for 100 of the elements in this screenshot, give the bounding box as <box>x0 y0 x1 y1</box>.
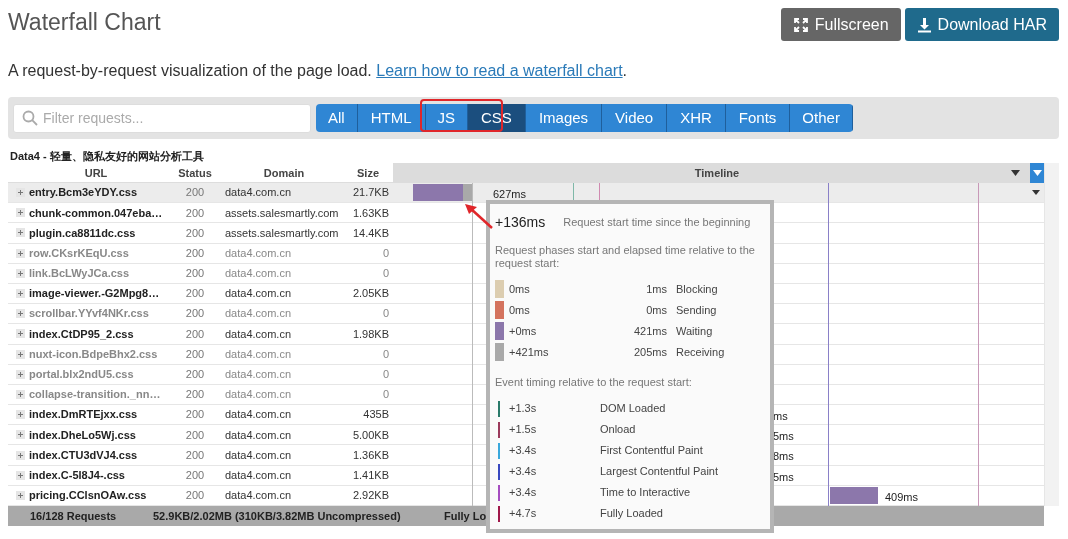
filter-field[interactable]: Filter requests... <box>13 103 311 133</box>
phase-name: Receiving <box>676 344 725 360</box>
fullscreen-button[interactable]: Fullscreen <box>780 8 901 41</box>
column-label: Timeline <box>693 165 741 181</box>
expand-icon[interactable] <box>16 369 25 379</box>
expand-icon[interactable] <box>16 309 25 319</box>
caret-icon[interactable] <box>1011 170 1020 176</box>
expand-icon[interactable] <box>16 228 25 238</box>
domain-cell-text: data4.com.cn <box>225 286 293 302</box>
summary-text: Fully Lo <box>444 508 487 524</box>
phase-start: +0ms <box>509 323 538 339</box>
expand-icon[interactable] <box>16 289 25 299</box>
timing-label: 627ms <box>493 187 527 202</box>
download-button[interactable]: Download HAR <box>904 8 1059 41</box>
phase-elapsed: 0ms <box>645 302 667 318</box>
size-cell-text: 0 <box>381 245 390 261</box>
url-cell-text: row.CKsrKEqU.css <box>29 245 129 261</box>
intro-text: A request-by-request visualization of the page load. Learn how to read a waterfall chart. <box>8 61 629 81</box>
filter-tab[interactable]: All <box>316 104 358 132</box>
status-cell-text: 200 <box>184 367 206 383</box>
summary-text: 52.9KB/2.02MB (310KB/3.82MB Uncompressed) <box>153 508 402 524</box>
url-cell-text: scrollbar.YYvf4NKr.css <box>29 306 149 322</box>
events-heading: Event timing relative to the request start: <box>495 375 693 390</box>
url-cell-text: index.DheLo5Wj.css <box>29 427 136 443</box>
status-cell-text: 200 <box>184 447 206 463</box>
expand-icon[interactable] <box>16 389 25 399</box>
url-cell-text: pricing.CClsnOAw.css <box>29 488 147 504</box>
event-name: Onload <box>600 422 636 438</box>
status-cell-text: 200 <box>184 306 206 322</box>
status-cell-text: 200 <box>184 185 206 201</box>
url-cell-text: index.DmRTEjxx.css <box>29 407 138 423</box>
url-cell-text: index.C-5l8J4-.css <box>29 467 125 483</box>
domain-cell-text: data4.com.cn <box>225 346 293 362</box>
filter-input[interactable]: Filter requests... <box>43 107 302 129</box>
domain-cell-text: data4.com.cn <box>225 427 293 443</box>
fullscreen-icon <box>792 16 809 33</box>
start-time: +136ms <box>495 213 546 232</box>
help-link[interactable]: Learn how to read a waterfall chart <box>376 62 623 79</box>
event-time: +3.4s <box>509 485 538 501</box>
expand-icon[interactable] <box>16 430 25 440</box>
url-cell-text: image-viewer.-G2Mpg8… <box>29 286 160 302</box>
domain-cell-text: data4.com.cn <box>225 266 293 282</box>
filter-tab[interactable]: Other <box>790 104 853 132</box>
url-cell-text: entry.Bcm3eYDY.css <box>29 185 138 201</box>
status-cell-text: 200 <box>184 387 206 403</box>
scrollbar-track[interactable] <box>1044 163 1059 506</box>
phase-name: Blocking <box>676 281 718 297</box>
url-cell-text: nuxt-icon.BdpeBhx2.css <box>29 346 158 362</box>
event-name: DOM Loaded <box>600 401 666 417</box>
caret-icon[interactable] <box>1032 190 1040 195</box>
expand-icon[interactable] <box>16 208 25 218</box>
event-time: +1.3s <box>509 401 538 417</box>
domain-cell-text: assets.salesmartly.com <box>225 225 340 241</box>
phase-start: 0ms <box>509 302 531 318</box>
event-name: Time to Interactive <box>600 485 691 501</box>
event-name: Fully Loaded <box>600 506 663 522</box>
event-time: +3.4s <box>509 443 538 459</box>
domain-cell-text: data4.com.cn <box>225 185 293 201</box>
url-cell-text: plugin.ca8811dc.css <box>29 225 136 241</box>
status-cell-text: 200 <box>184 488 206 504</box>
phase-elapsed: 1ms <box>645 281 667 297</box>
expand-icon[interactable] <box>16 329 25 339</box>
filter-tab[interactable]: XHR <box>667 104 726 132</box>
search-icon <box>22 110 38 126</box>
domain-cell-text: data4.com.cn <box>225 407 293 423</box>
size-cell-text: 0 <box>381 387 390 403</box>
expand-icon[interactable] <box>16 188 25 198</box>
filter-tab[interactable]: HTML <box>357 104 426 132</box>
url-cell-text: collapse-transition._nn… <box>29 387 161 403</box>
event-name: First Contentful Paint <box>600 443 703 459</box>
status-cell-text: 200 <box>184 205 206 221</box>
dropdown-button[interactable] <box>1030 163 1044 183</box>
domain-cell-text: data4.com.cn <box>225 447 293 463</box>
size-cell-text: 2.92KB <box>351 488 390 504</box>
expand-icon[interactable] <box>16 490 25 500</box>
pointer-arrow <box>464 203 494 230</box>
status-cell-text: 200 <box>184 225 206 241</box>
status-cell-text: 200 <box>184 427 206 443</box>
expand-icon[interactable] <box>16 450 25 460</box>
timing-label: 5ms <box>773 469 794 485</box>
filter-tab[interactable]: Video <box>602 104 668 132</box>
domain-cell-text: data4.com.cn <box>225 488 293 504</box>
timing-label: ms <box>773 409 788 425</box>
expand-icon[interactable] <box>16 268 25 278</box>
size-cell-text: 0 <box>381 266 390 282</box>
phases-heading: Request phases start and elapsed time relative to the request start: <box>495 244 756 270</box>
filter-tab[interactable]: Images <box>525 104 603 132</box>
expand-icon[interactable] <box>16 470 25 480</box>
url-cell-text: index.CtDP95_2.css <box>29 326 134 342</box>
domain-cell-text: data4.com.cn <box>225 326 293 342</box>
filter-tab[interactable]: Fonts <box>725 104 791 132</box>
size-cell-text: 2.05KB <box>351 286 390 302</box>
timing-label: 409ms <box>885 489 919 505</box>
download-icon <box>916 16 932 33</box>
url-cell-text: index.CTU3dVJ4.css <box>29 447 138 463</box>
expand-icon[interactable] <box>16 349 25 359</box>
expand-icon[interactable] <box>16 248 25 258</box>
url-cell-text: link.BcLWyJCa.css <box>29 266 130 282</box>
domain-cell-text: data4.com.cn <box>225 387 293 403</box>
expand-icon[interactable] <box>16 410 25 420</box>
